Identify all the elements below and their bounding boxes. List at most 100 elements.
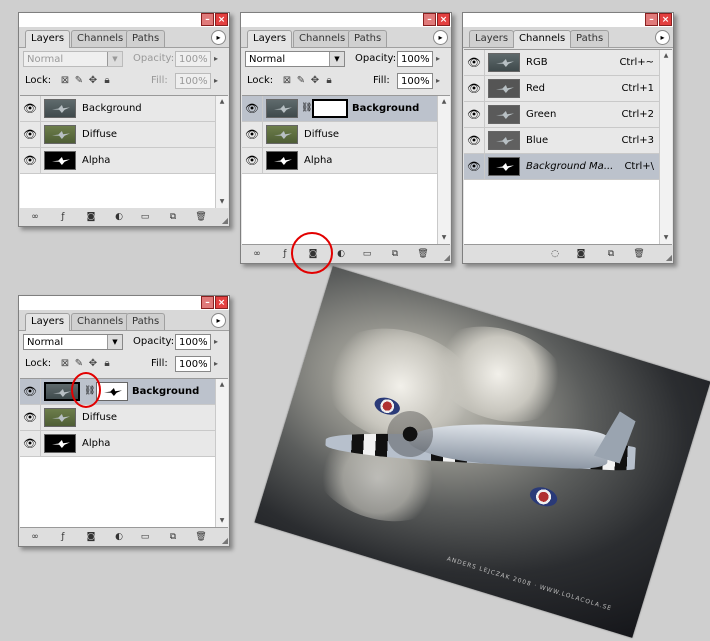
eye-icon[interactable]: 👁︎ — [242, 148, 263, 173]
fill-field[interactable]: 100% — [175, 73, 211, 89]
blend-mode-select[interactable]: Normal ▼ — [245, 51, 345, 67]
new-layer-icon[interactable]: ⧉ — [167, 531, 179, 543]
panel-menu-button[interactable]: ▸ — [211, 313, 226, 328]
minimize-button[interactable]: – — [201, 13, 214, 26]
layer-row-alpha[interactable]: 👁︎ Alpha — [242, 148, 450, 174]
minimize-button[interactable]: – — [423, 13, 436, 26]
fill-arrow-icon[interactable]: ▸ — [214, 359, 218, 368]
resize-grip-icon[interactable]: ◢ — [666, 253, 672, 262]
new-group-icon[interactable]: ▭ — [139, 211, 151, 223]
lock-transparency-icon[interactable]: ⊠ — [59, 357, 71, 370]
blend-mode-select[interactable]: Normal ▼ — [23, 51, 123, 67]
channel-row-blue[interactable]: 👁︎ Blue Ctrl+3 — [464, 128, 672, 154]
adjustment-layer-icon[interactable]: ◐ — [113, 531, 125, 543]
blend-mode-select[interactable]: Normal ▼ — [23, 334, 123, 350]
scroll-down-icon[interactable]: ▼ — [438, 232, 450, 244]
layer-list-scrollbar[interactable]: ▲ ▼ — [215, 379, 228, 527]
resize-grip-icon[interactable]: ◢ — [222, 216, 228, 225]
fill-arrow-icon[interactable]: ▸ — [436, 76, 440, 85]
eye-icon[interactable]: 👁︎ — [20, 431, 41, 456]
tab-layers[interactable]: Layers — [25, 313, 71, 331]
trash-icon[interactable]: 🗑︎ — [417, 248, 429, 260]
layer-style-icon[interactable]: ƒ — [57, 531, 69, 543]
channel-list-scrollbar[interactable]: ▲ ▼ — [659, 50, 672, 244]
new-group-icon[interactable]: ▭ — [139, 531, 151, 543]
channel-row-background-mask[interactable]: 👁︎ Background Ma... Ctrl+\ — [464, 154, 672, 180]
lock-pixels-icon[interactable]: ✎ — [295, 74, 307, 87]
link-layers-icon[interactable]: ∞ — [29, 531, 41, 543]
new-channel-icon[interactable]: ⧉ — [605, 248, 617, 260]
close-button[interactable]: × — [215, 296, 228, 309]
minimize-button[interactable]: – — [201, 296, 214, 309]
opacity-field[interactable]: 100% — [175, 334, 211, 350]
layer-style-icon[interactable]: ƒ — [57, 211, 69, 223]
tab-paths[interactable]: Paths — [126, 313, 166, 330]
link-layers-icon[interactable]: ∞ — [251, 248, 263, 260]
eye-icon[interactable]: 👁︎ — [242, 96, 263, 121]
add-layer-mask-icon[interactable]: ◙ — [85, 211, 97, 223]
scroll-up-icon[interactable]: ▲ — [438, 96, 450, 108]
tab-layers[interactable]: Layers — [247, 30, 293, 48]
opacity-field[interactable]: 100% — [175, 51, 211, 67]
layer-row-diffuse[interactable]: 👁︎ Diffuse — [20, 122, 228, 148]
lock-all-icon[interactable]: 🔒︎ — [101, 74, 113, 87]
opacity-arrow-icon[interactable]: ▸ — [214, 337, 218, 346]
layer-list-scrollbar[interactable]: ▲ ▼ — [215, 96, 228, 208]
panel-menu-button[interactable]: ▸ — [433, 30, 448, 45]
panel-titlebar[interactable]: – × — [19, 13, 229, 27]
tab-paths[interactable]: Paths — [570, 30, 610, 47]
layer-style-icon[interactable]: ƒ — [279, 248, 291, 260]
eye-icon[interactable]: 👁︎ — [464, 154, 485, 179]
lock-transparency-icon[interactable]: ⊠ — [281, 74, 293, 87]
panel-titlebar[interactable]: – × — [241, 13, 451, 27]
tab-paths[interactable]: Paths — [348, 30, 388, 47]
new-layer-icon[interactable]: ⧉ — [389, 248, 401, 260]
channel-row-red[interactable]: 👁︎ Red Ctrl+1 — [464, 76, 672, 102]
lock-pixels-icon[interactable]: ✎ — [73, 74, 85, 87]
eye-icon[interactable]: 👁︎ — [20, 379, 41, 404]
panel-menu-button[interactable]: ▸ — [655, 30, 670, 45]
panel-titlebar[interactable]: – × — [19, 296, 229, 310]
fill-field[interactable]: 100% — [397, 73, 433, 89]
layer-row-background[interactable]: 👁︎ ⛓︎ Background — [20, 379, 228, 405]
scroll-down-icon[interactable]: ▼ — [660, 232, 672, 244]
mask-link-icon[interactable]: ⛓︎ — [301, 102, 312, 114]
layer-list-scrollbar[interactable]: ▲ ▼ — [437, 96, 450, 244]
channel-row-green[interactable]: 👁︎ Green Ctrl+2 — [464, 102, 672, 128]
layer-mask-thumbnail[interactable] — [312, 99, 348, 118]
layer-row-background[interactable]: 👁︎ ⛓︎ Background — [242, 96, 450, 122]
scroll-up-icon[interactable]: ▲ — [216, 96, 228, 108]
layer-row-alpha[interactable]: 👁︎ Alpha — [20, 431, 228, 457]
eye-icon[interactable]: 👁︎ — [20, 96, 41, 121]
opacity-arrow-icon[interactable]: ▸ — [214, 54, 218, 63]
layer-row-diffuse[interactable]: 👁︎ Diffuse — [20, 405, 228, 431]
tab-paths[interactable]: Paths — [126, 30, 166, 47]
eye-icon[interactable]: 👁︎ — [242, 122, 263, 147]
scroll-down-icon[interactable]: ▼ — [216, 515, 228, 527]
trash-icon[interactable]: 🗑︎ — [195, 211, 207, 223]
tab-channels[interactable]: Channels — [71, 30, 130, 47]
eye-icon[interactable]: 👁︎ — [464, 102, 485, 127]
panel-titlebar[interactable]: – × — [463, 13, 673, 27]
eye-icon[interactable]: 👁︎ — [464, 50, 485, 75]
lock-transparency-icon[interactable]: ⊠ — [59, 74, 71, 87]
opacity-field[interactable]: 100% — [397, 51, 433, 67]
adjustment-layer-icon[interactable]: ◐ — [113, 211, 125, 223]
close-button[interactable]: × — [437, 13, 450, 26]
tab-layers[interactable]: Layers — [469, 30, 515, 47]
minimize-button[interactable]: – — [645, 13, 658, 26]
lock-all-icon[interactable]: 🔒︎ — [101, 357, 113, 370]
scroll-up-icon[interactable]: ▲ — [216, 379, 228, 391]
lock-pixels-icon[interactable]: ✎ — [73, 357, 85, 370]
add-layer-mask-icon[interactable]: ◙ — [85, 531, 97, 543]
lock-position-icon[interactable]: ✥ — [87, 74, 99, 87]
resize-grip-icon[interactable]: ◢ — [444, 253, 450, 262]
fill-field[interactable]: 100% — [175, 356, 211, 372]
save-selection-icon[interactable]: ◙ — [575, 248, 587, 260]
trash-icon[interactable]: 🗑︎ — [195, 531, 207, 543]
eye-icon[interactable]: 👁︎ — [20, 405, 41, 430]
layer-row-background[interactable]: 👁︎ Background — [20, 96, 228, 122]
trash-icon[interactable]: 🗑︎ — [633, 248, 645, 260]
lock-position-icon[interactable]: ✥ — [87, 357, 99, 370]
scroll-down-icon[interactable]: ▼ — [216, 196, 228, 208]
